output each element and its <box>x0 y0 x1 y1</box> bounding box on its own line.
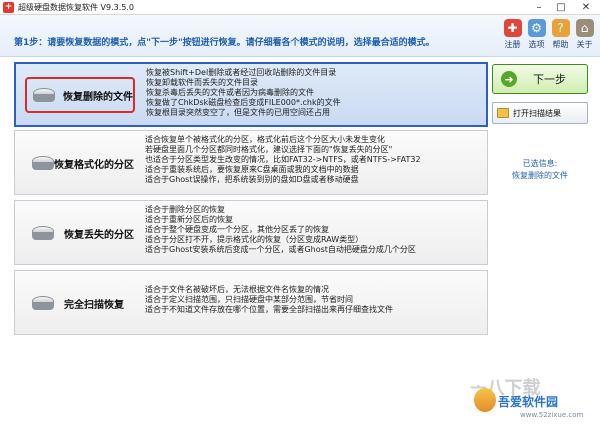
window-controls: – □ ✕ <box>528 0 600 15</box>
description-line: 适合于Ghost误操作，把系统装到别的盘如D盘或者移动硬盘 <box>145 175 359 184</box>
about-icon: ⌂ <box>575 19 594 37</box>
description-line: 适合于整个硬盘变成一个分区，其他分区丢了的恢复 <box>145 225 329 234</box>
register-button[interactable]: ✚ 注册 <box>503 19 522 50</box>
description-line: 适合于文件名被破坏后，无法根据文件名恢复的情况 <box>145 285 329 294</box>
arrow-right-icon: ➜ <box>501 71 517 87</box>
next-step-label: 下一步 <box>533 73 566 86</box>
description-line: 恢复卸载软件而丢失的文件目录 <box>146 78 258 87</box>
hard-disk-icon <box>32 154 54 172</box>
close-button[interactable]: ✕ <box>572 0 600 15</box>
header-band: 第1步：请要恢复数据的模式，点"下一步"按钮进行恢复。请仔细看各个模式的说明，选… <box>0 15 600 57</box>
description-line: 恢复根目录突然变空了，但是文件的已用空间还占用 <box>146 108 330 117</box>
mode-button-recover-deleted[interactable]: 恢复删除的文件 <box>25 77 135 113</box>
mode-button-recover-formatted[interactable]: 恢复格式化的分区 <box>25 145 135 181</box>
description-line: 恢复杀毒后丢失的文件或者因为病毒删除的文件 <box>146 88 314 97</box>
mode-panel-recover-lost-partition[interactable]: 恢复丢失的分区 适合于删除分区的恢复 适合于重新分区后的恢复 适合于整个硬盘变成… <box>14 200 488 265</box>
watermark-site: 吾爱软件园 <box>498 395 559 409</box>
description-line: 也适合于分区类型发生改变的情况，比如FAT32->NTFS，或者NTFS->FA… <box>145 155 421 164</box>
description-line: 恢复被Shift+Del删除或者经过回收站删除的文件目录 <box>146 68 337 77</box>
description-line: 适合于Ghost安装系统后变成一个分区，或者Ghost自动把硬盘分成几个分区 <box>145 245 416 254</box>
mode-label: 完全扫描恢复 <box>64 299 124 311</box>
window-title: 超级硬盘数据恢复软件 V9.3.5.0 <box>18 2 135 12</box>
open-scan-results-label: 打开扫描结果 <box>513 108 561 118</box>
mode-description: 适合恢复单个被格式化的分区，格式化前后这个分区大小未发生变化 若硬盘里面几个分区… <box>145 135 485 185</box>
hard-disk-icon <box>32 294 56 312</box>
watermark-logo <box>474 388 496 412</box>
mode-description: 恢复被Shift+Del删除或者经过回收站删除的文件目录 恢复卸载软件而丢失的文… <box>146 68 486 118</box>
description-line: 适合于定义扫描范围，只扫描硬盘中某部分范围，节省时间 <box>145 295 353 304</box>
title-bar: + 超级硬盘数据恢复软件 V9.3.5.0 – □ ✕ <box>0 0 600 15</box>
folder-icon <box>497 108 509 118</box>
mode-panel-recover-deleted[interactable]: 恢复删除的文件 恢复被Shift+Del删除或者经过回收站删除的文件目录 恢复卸… <box>14 62 488 127</box>
description-line: 恢复做了ChkDsk磁盘检查后变成FILE000*.chk的文件 <box>146 98 341 107</box>
description-line: 适合于删除分区的恢复 <box>145 205 225 214</box>
mode-label: 恢复格式化的分区 <box>54 159 134 171</box>
register-label: 注册 <box>504 40 521 49</box>
options-icon: ⚙ <box>527 19 546 37</box>
mode-panel-full-scan[interactable]: 完全扫描恢复 适合于文件名被破坏后，无法根据文件名恢复的情况 适合于定义扫描范围… <box>14 270 488 335</box>
help-button[interactable]: ? 帮助 <box>551 19 570 50</box>
mode-label: 恢复删除的文件 <box>63 91 133 103</box>
mode-button-recover-lost-partition[interactable]: 恢复丢失的分区 <box>25 215 135 251</box>
minimize-button[interactable]: – <box>528 0 550 15</box>
selected-info-label: 已选信息: <box>522 159 558 168</box>
description-line: 适合于分区打不开，提示格式化的恢复（分区变成RAW类型） <box>145 235 364 244</box>
description-line: 若硬盘里面几个分区都同时格式化，建议选择下面的"恢复丢失的分区" <box>145 145 393 154</box>
app-icon: + <box>3 1 14 13</box>
about-button[interactable]: ⌂ 关于 <box>575 19 594 50</box>
next-step-button[interactable]: ➜ 下一步 <box>492 64 588 94</box>
description-line: 适合于重装系统后，要恢复原来C盘桌面或我的文档中的数据 <box>145 165 359 174</box>
description-line: 适合恢复单个被格式化的分区，格式化前后这个分区大小未发生变化 <box>145 135 385 144</box>
selected-info-value: 恢复删除的文件 <box>512 171 568 180</box>
help-icon: ? <box>551 19 570 37</box>
options-button[interactable]: ⚙ 选项 <box>527 19 546 50</box>
about-label: 关于 <box>576 40 593 49</box>
maximize-button[interactable]: □ <box>550 0 572 15</box>
watermark-url: www.52zixue.com <box>520 411 584 419</box>
help-label: 帮助 <box>552 40 569 49</box>
mode-description: 适合于删除分区的恢复 适合于重新分区后的恢复 适合于整个硬盘变成一个分区，其他分… <box>145 205 485 255</box>
register-icon: ✚ <box>503 19 522 37</box>
description-line: 适合于重新分区后的恢复 <box>145 215 233 224</box>
header-toolbar: ✚ 注册 ⚙ 选项 ? 帮助 ⌂ 关于 <box>503 19 594 50</box>
mode-panel-recover-formatted[interactable]: 恢复格式化的分区 适合恢复单个被格式化的分区，格式化前后这个分区大小未发生变化 … <box>14 130 488 195</box>
open-scan-results-button[interactable]: 打开扫描结果 <box>492 102 588 124</box>
hard-disk-icon <box>32 224 56 242</box>
step-instruction: 第1步：请要恢复数据的模式，点"下一步"按钮进行恢复。请仔细看各个模式的说明，选… <box>14 38 435 48</box>
hard-disk-icon <box>33 86 55 104</box>
options-label: 选项 <box>528 40 545 49</box>
mode-button-full-scan[interactable]: 完全扫描恢复 <box>25 285 135 321</box>
mode-description: 适合于文件名被破坏后，无法根据文件名恢复的情况 适合于定义扫描范围，只扫描硬盘中… <box>145 285 485 315</box>
description-line: 适合于不知道文件存放在哪个位置，需要全部扫描出来再仔细查找文件 <box>145 305 393 314</box>
mode-label: 恢复丢失的分区 <box>64 229 134 241</box>
